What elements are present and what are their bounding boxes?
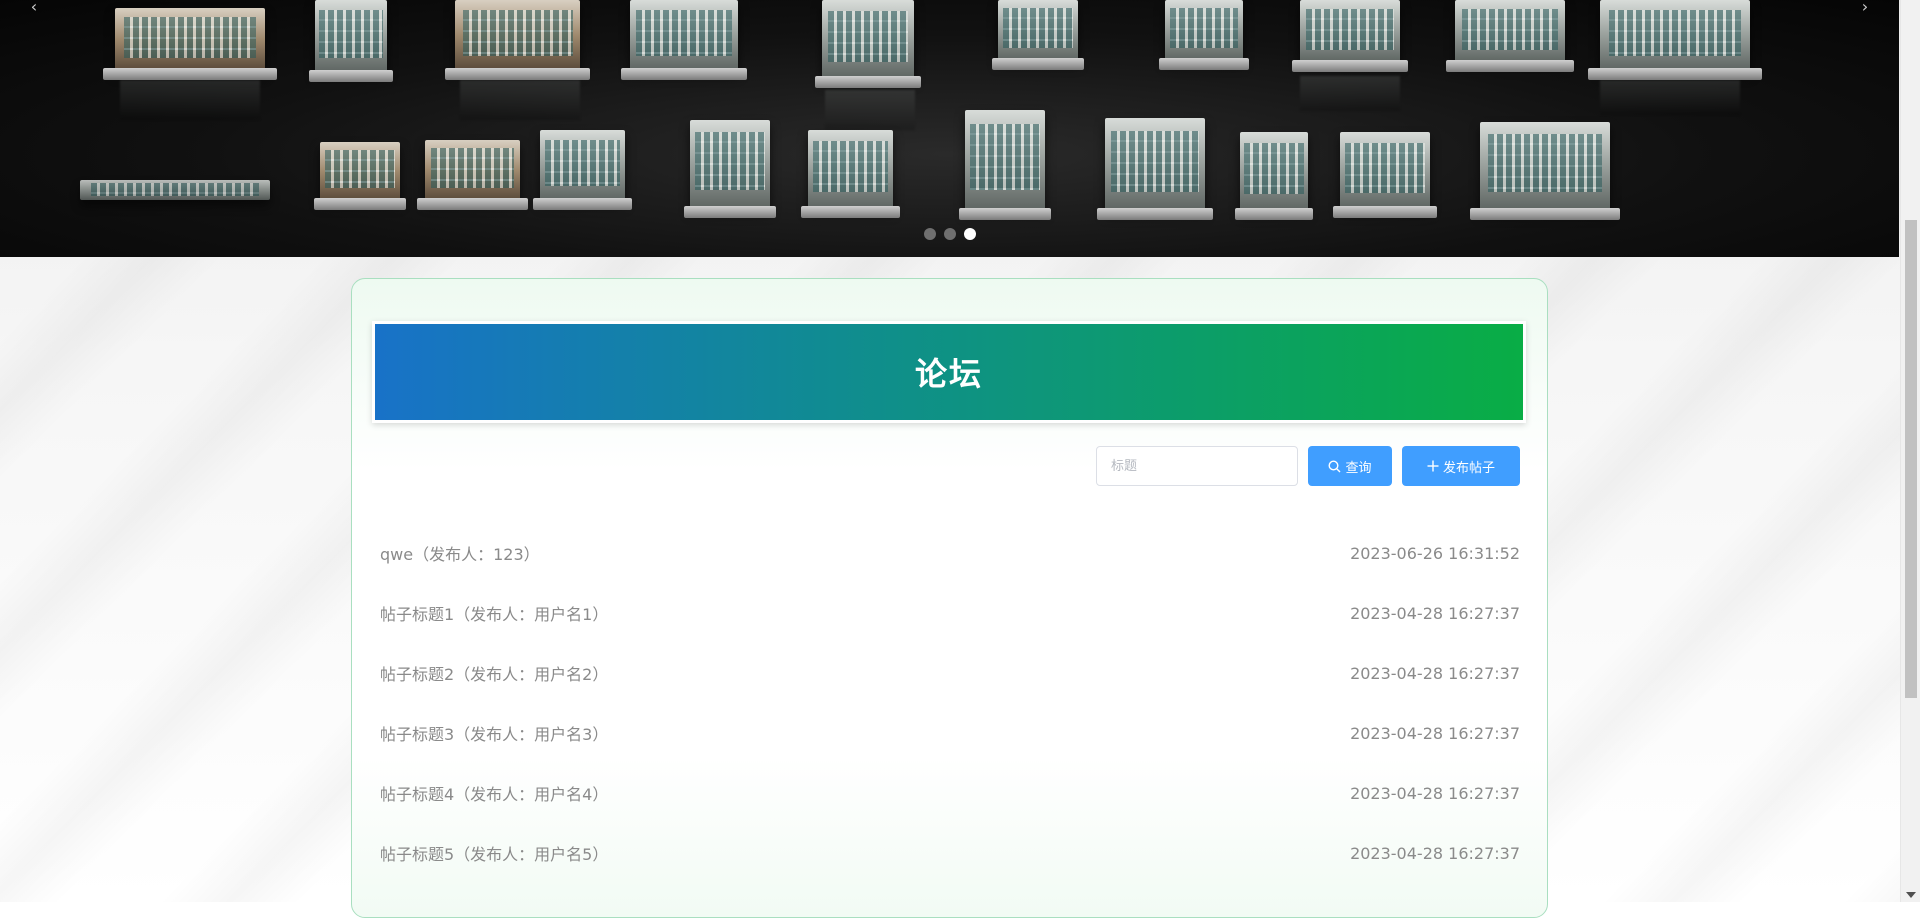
scrollbar-thumb[interactable] bbox=[1905, 220, 1917, 698]
page-scrollbar[interactable] bbox=[1900, 0, 1920, 902]
hero-carousel[interactable]: ‹ › bbox=[0, 0, 1899, 257]
plus-icon bbox=[1427, 460, 1439, 472]
add-post-button-label: 发布帖子 bbox=[1442, 460, 1495, 476]
building-image bbox=[1588, 0, 1762, 80]
post-time: 2023-04-28 16:27:37 bbox=[1350, 783, 1520, 803]
building-image bbox=[1292, 0, 1408, 72]
reflection bbox=[460, 80, 580, 120]
carousel-next-icon[interactable]: › bbox=[1853, 0, 1877, 16]
carousel-indicators bbox=[924, 228, 976, 240]
building-image bbox=[533, 130, 632, 210]
building-image bbox=[683, 120, 777, 218]
list-item[interactable]: qwe（发布人：123） 2023-06-26 16:31:52 bbox=[380, 523, 1520, 583]
search-button-label: 查询 bbox=[1345, 460, 1372, 476]
search-icon bbox=[1328, 459, 1341, 472]
post-time: 2023-04-28 16:27:37 bbox=[1350, 663, 1520, 683]
add-post-button[interactable]: 发布帖子 bbox=[1402, 446, 1520, 486]
post-time: 2023-04-28 16:27:37 bbox=[1350, 843, 1520, 863]
search-input[interactable] bbox=[1096, 446, 1298, 486]
building-image bbox=[621, 0, 747, 80]
search-button[interactable]: 查询 bbox=[1308, 446, 1392, 486]
carousel-prev-icon[interactable]: ‹ bbox=[22, 0, 46, 16]
building-image bbox=[313, 142, 407, 210]
building-image bbox=[1234, 132, 1314, 220]
reflection bbox=[1600, 80, 1740, 115]
building-image bbox=[958, 110, 1052, 220]
reflection bbox=[1300, 76, 1400, 111]
post-title: qwe（发布人：123） bbox=[380, 545, 540, 564]
page-title: 论坛 bbox=[914, 355, 983, 393]
post-time: 2023-06-26 16:31:52 bbox=[1350, 543, 1520, 563]
post-title: 帖子标题3（发布人：用户名3） bbox=[380, 725, 609, 744]
building-image bbox=[801, 130, 900, 218]
list-item[interactable]: 帖子标题4（发布人：用户名4） 2023-04-28 16:27:37 bbox=[380, 763, 1520, 823]
reflection bbox=[120, 80, 260, 120]
post-title: 帖子标题5（发布人：用户名5） bbox=[380, 845, 609, 864]
building-image bbox=[80, 180, 270, 200]
list-item[interactable]: 帖子标题1（发布人：用户名1） 2023-04-28 16:27:37 bbox=[380, 583, 1520, 643]
building-image bbox=[1446, 0, 1574, 72]
reflection bbox=[825, 90, 915, 130]
building-image bbox=[445, 0, 590, 80]
building-image bbox=[814, 0, 922, 88]
list-item[interactable]: 帖子标题3（发布人：用户名3） 2023-04-28 16:27:37 bbox=[380, 703, 1520, 763]
post-title: 帖子标题2（发布人：用户名2） bbox=[380, 665, 609, 684]
post-title: 帖子标题4（发布人：用户名4） bbox=[380, 785, 609, 804]
building-image bbox=[309, 0, 393, 82]
building-image bbox=[1158, 0, 1250, 70]
carousel-dot-3[interactable] bbox=[964, 228, 976, 240]
building-image bbox=[417, 140, 528, 210]
forum-title-banner: 论坛 bbox=[372, 321, 1526, 423]
building-image bbox=[1469, 122, 1621, 220]
building-image bbox=[991, 0, 1085, 70]
post-time: 2023-04-28 16:27:37 bbox=[1350, 603, 1520, 623]
carousel-dot-1[interactable] bbox=[924, 228, 936, 240]
building-image bbox=[103, 8, 277, 80]
list-item[interactable]: 帖子标题2（发布人：用户名2） 2023-04-28 16:27:37 bbox=[380, 643, 1520, 703]
scroll-down-icon[interactable] bbox=[1906, 892, 1916, 898]
carousel-dot-2[interactable] bbox=[944, 228, 956, 240]
post-list: qwe（发布人：123） 2023-06-26 16:31:52 帖子标题1（发… bbox=[380, 530, 1520, 883]
building-image bbox=[1332, 132, 1438, 218]
list-item[interactable]: 帖子标题5（发布人：用户名5） 2023-04-28 16:27:37 bbox=[380, 823, 1520, 883]
post-time: 2023-04-28 16:27:37 bbox=[1350, 723, 1520, 743]
building-image bbox=[1097, 118, 1213, 220]
post-title: 帖子标题1（发布人：用户名1） bbox=[380, 605, 609, 624]
